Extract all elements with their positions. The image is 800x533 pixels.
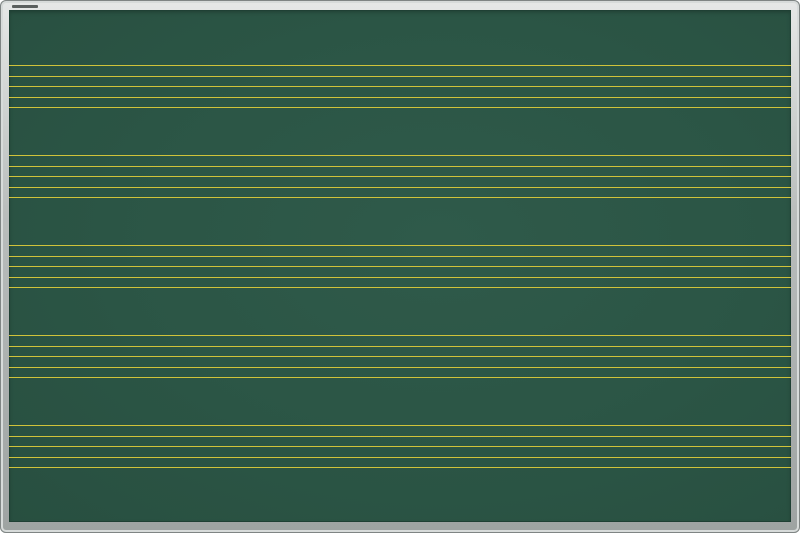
staff-5-line-1 [9, 425, 791, 426]
staff-5-line-3 [9, 446, 791, 448]
staff-5-line-4 [9, 456, 791, 458]
staff-3-line-4 [9, 276, 791, 278]
staff-2-line-5 [9, 197, 791, 199]
staff-4-line-1 [9, 335, 791, 336]
staff-4-line-4 [9, 366, 791, 368]
chalkboard-frame [0, 0, 800, 533]
staff-3-line-3 [9, 266, 791, 268]
staff-1-line-4 [9, 96, 791, 98]
staff-2-line-2 [9, 165, 791, 167]
staff-3-line-5 [9, 287, 791, 289]
staff-4-line-5 [9, 377, 791, 379]
staff-1-line-5 [9, 107, 791, 109]
staff-1-line-3 [9, 86, 791, 88]
staff-4-line-3 [9, 356, 791, 358]
staff-2-line-3 [9, 176, 791, 178]
staff-5-line-5 [9, 467, 791, 469]
staff-1-line-2 [9, 75, 791, 77]
staff-3-line-2 [9, 255, 791, 257]
staff-5-line-2 [9, 435, 791, 437]
staff-2-line-4 [9, 186, 791, 188]
staff-2-line-1 [9, 155, 791, 156]
staff-1-line-1 [9, 65, 791, 66]
staff-4-line-2 [9, 345, 791, 347]
chalkboard-surface [9, 10, 791, 522]
brand-logo [12, 5, 38, 8]
staff-3-line-1 [9, 245, 791, 246]
